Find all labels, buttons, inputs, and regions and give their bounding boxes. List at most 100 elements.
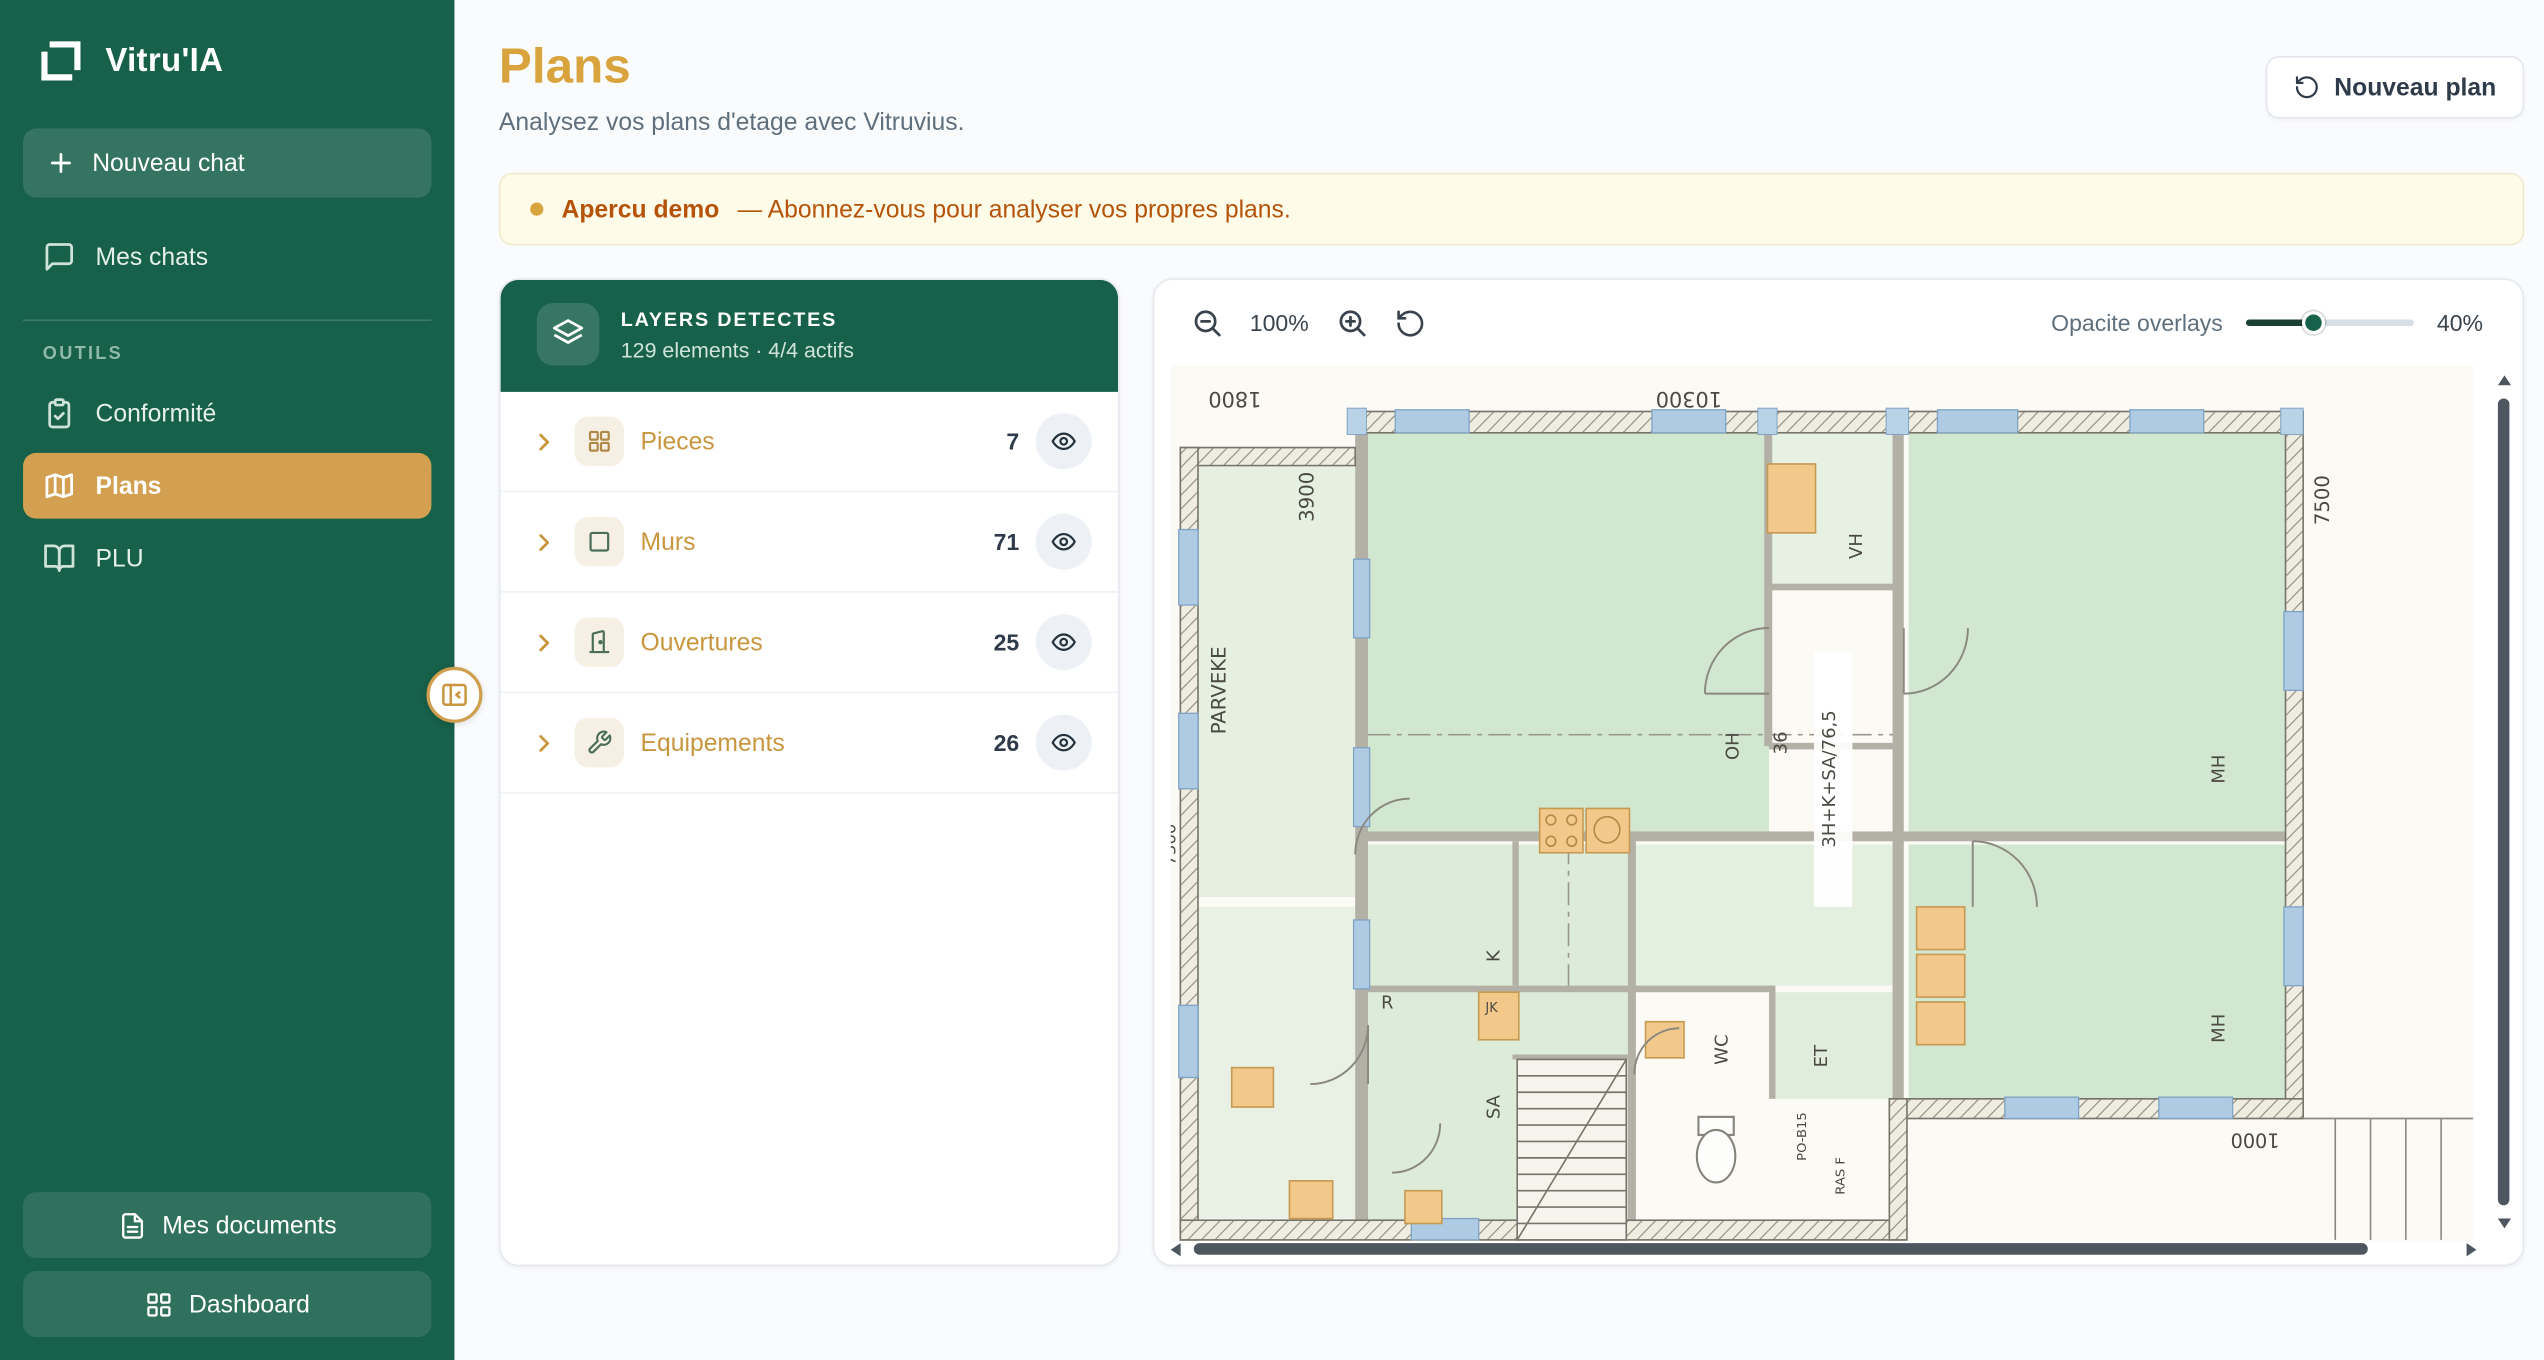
scroll-left-arrow-icon[interactable] <box>1171 1243 1181 1256</box>
outils-section-label: OUTILS <box>23 319 431 377</box>
svg-text:MH: MH <box>2209 755 2230 784</box>
app-window: Vitru'IA Nouveau chat Mes chats OUTILS C… <box>0 0 2544 1360</box>
sidebar-collapse-button[interactable] <box>426 667 482 723</box>
demo-banner: Apercu demo — Abonnez-vous pour analyser… <box>499 173 2524 245</box>
grid-icon <box>145 1290 173 1318</box>
svg-text:3H+K+SA/76,5: 3H+K+SA/76,5 <box>1819 710 1840 847</box>
layer-row-equipements[interactable]: Equipements 26 <box>501 693 1118 793</box>
clipboard-check-icon <box>43 397 76 430</box>
layers-panel-title: LAYERS DETECTES <box>621 307 854 330</box>
svg-text:1800: 1800 <box>1208 387 1261 412</box>
svg-text:36: 36 <box>1771 731 1792 754</box>
svg-text:JK: JK <box>1484 1001 1498 1016</box>
layer-visibility-button[interactable] <box>1036 514 1092 570</box>
layers-panel-header: LAYERS DETECTES 129 elements · 4/4 actif… <box>501 280 1118 392</box>
layer-count: 71 <box>994 529 1020 555</box>
new-plan-button[interactable]: Nouveau plan <box>2265 56 2524 119</box>
svg-text:1000: 1000 <box>2231 1128 2280 1151</box>
file-text-icon <box>118 1211 146 1239</box>
layer-row-pieces[interactable]: Pieces 7 <box>501 392 1118 492</box>
layer-count: 26 <box>994 729 1020 755</box>
svg-text:VH: VH <box>1846 533 1867 559</box>
chevron-right-icon[interactable] <box>530 729 558 757</box>
sidebar-item-mes-chats[interactable]: Mes chats <box>23 224 431 290</box>
sidebar-item-label: Plans <box>96 472 162 500</box>
layer-name: Pieces <box>641 427 715 455</box>
banner-title: Apercu demo <box>561 195 719 223</box>
layer-row-ouvertures[interactable]: Ouvertures 25 <box>501 593 1118 693</box>
opacity-slider[interactable] <box>2246 311 2414 334</box>
plan-viewer: 100% Opacite overlays <box>1153 278 2525 1266</box>
svg-text:SA: SA <box>1484 1094 1505 1119</box>
horizontal-scrollbar[interactable] <box>1167 1238 2479 1259</box>
layer-visibility-button[interactable] <box>1036 413 1092 469</box>
layer-name: Equipements <box>641 729 785 757</box>
svg-text:7500: 7500 <box>1171 824 1180 866</box>
layer-row-murs[interactable]: Murs 71 <box>501 492 1118 592</box>
dashboard-label: Dashboard <box>189 1290 310 1318</box>
rotate-ccw-icon <box>2293 74 2319 100</box>
zoom-out-button[interactable] <box>1190 306 1223 339</box>
layer-visibility-button[interactable] <box>1036 715 1092 771</box>
sidebar: Vitru'IA Nouveau chat Mes chats OUTILS C… <box>0 0 454 1360</box>
chevron-right-icon[interactable] <box>530 427 558 455</box>
mes-documents-button[interactable]: Mes documents <box>23 1192 431 1258</box>
layer-name: Ouvertures <box>641 628 763 656</box>
layer-name: Murs <box>641 528 696 556</box>
app-name: Vitru'IA <box>105 42 223 80</box>
opacity-slider-thumb[interactable] <box>2302 311 2325 334</box>
map-icon <box>43 469 76 502</box>
svg-text:7500: 7500 <box>2311 475 2334 525</box>
eye-icon <box>1051 629 1077 655</box>
new-chat-button[interactable]: Nouveau chat <box>23 128 431 197</box>
sidebar-item-label: PLU <box>96 544 144 572</box>
zoom-level: 100% <box>1250 310 1309 336</box>
svg-text:R: R <box>1381 992 1393 1013</box>
scroll-up-arrow-icon[interactable] <box>2498 375 2511 385</box>
svg-text:3900: 3900 <box>1296 472 1319 522</box>
layers-icon <box>537 303 600 366</box>
dashboard-button[interactable]: Dashboard <box>23 1271 431 1337</box>
vertical-scroll-thumb[interactable] <box>2498 398 2510 1205</box>
sidebar-item-plans[interactable]: Plans <box>23 453 431 519</box>
svg-text:WC: WC <box>1712 1034 1733 1064</box>
viewer-toolbar: 100% Opacite overlays <box>1154 280 2522 366</box>
banner-dot-icon <box>530 203 543 216</box>
new-chat-label: Nouveau chat <box>92 149 244 177</box>
eye-icon <box>1051 428 1077 454</box>
reset-view-button[interactable] <box>1394 306 1427 339</box>
vertical-scrollbar[interactable] <box>2493 372 2514 1232</box>
sidebar-item-label: Conformité <box>96 399 217 427</box>
opacity-label: Opacite overlays <box>2051 310 2223 336</box>
scroll-right-arrow-icon[interactable] <box>2467 1243 2477 1256</box>
banner-text: — Abonnez-vous pour analyser vos propres… <box>737 195 1290 223</box>
layer-count: 7 <box>1006 428 1019 454</box>
chevron-right-icon[interactable] <box>530 528 558 556</box>
page-subtitle: Analysez vos plans d'etage avec Vitruviu… <box>499 109 965 137</box>
plus-icon <box>46 148 76 178</box>
page-title: Plans <box>499 40 965 94</box>
sidebar-item-plu[interactable]: PLU <box>23 525 431 591</box>
rooms-grid-icon <box>575 417 624 466</box>
layer-visibility-button[interactable] <box>1036 614 1092 670</box>
layers-panel-subtitle: 129 elements · 4/4 actifs <box>621 337 854 362</box>
zoom-in-button[interactable] <box>1335 306 1368 339</box>
scroll-down-arrow-icon[interactable] <box>2498 1218 2511 1228</box>
eye-icon <box>1051 729 1077 755</box>
chevron-right-icon[interactable] <box>530 628 558 656</box>
svg-text:ET: ET <box>1811 1045 1832 1068</box>
svg-text:PARVEKE: PARVEKE <box>1207 646 1230 734</box>
svg-text:MH: MH <box>2209 1014 2230 1043</box>
app-logo-icon <box>36 36 85 85</box>
svg-text:RAS F: RAS F <box>1834 1157 1849 1195</box>
svg-text:OH: OH <box>1723 732 1744 760</box>
chat-bubble-icon <box>43 240 76 273</box>
door-icon <box>575 617 624 666</box>
horizontal-scroll-thumb[interactable] <box>1194 1243 2368 1255</box>
plan-canvas[interactable]: 180010300390075007500PARVEKEVHOH363H+K+S… <box>1171 366 2473 1242</box>
panel-collapse-icon <box>440 680 470 710</box>
mes-documents-label: Mes documents <box>162 1211 336 1239</box>
sidebar-item-conformite[interactable]: Conformité <box>23 380 431 446</box>
mes-chats-label: Mes chats <box>96 243 209 271</box>
new-plan-label: Nouveau plan <box>2334 73 2496 101</box>
